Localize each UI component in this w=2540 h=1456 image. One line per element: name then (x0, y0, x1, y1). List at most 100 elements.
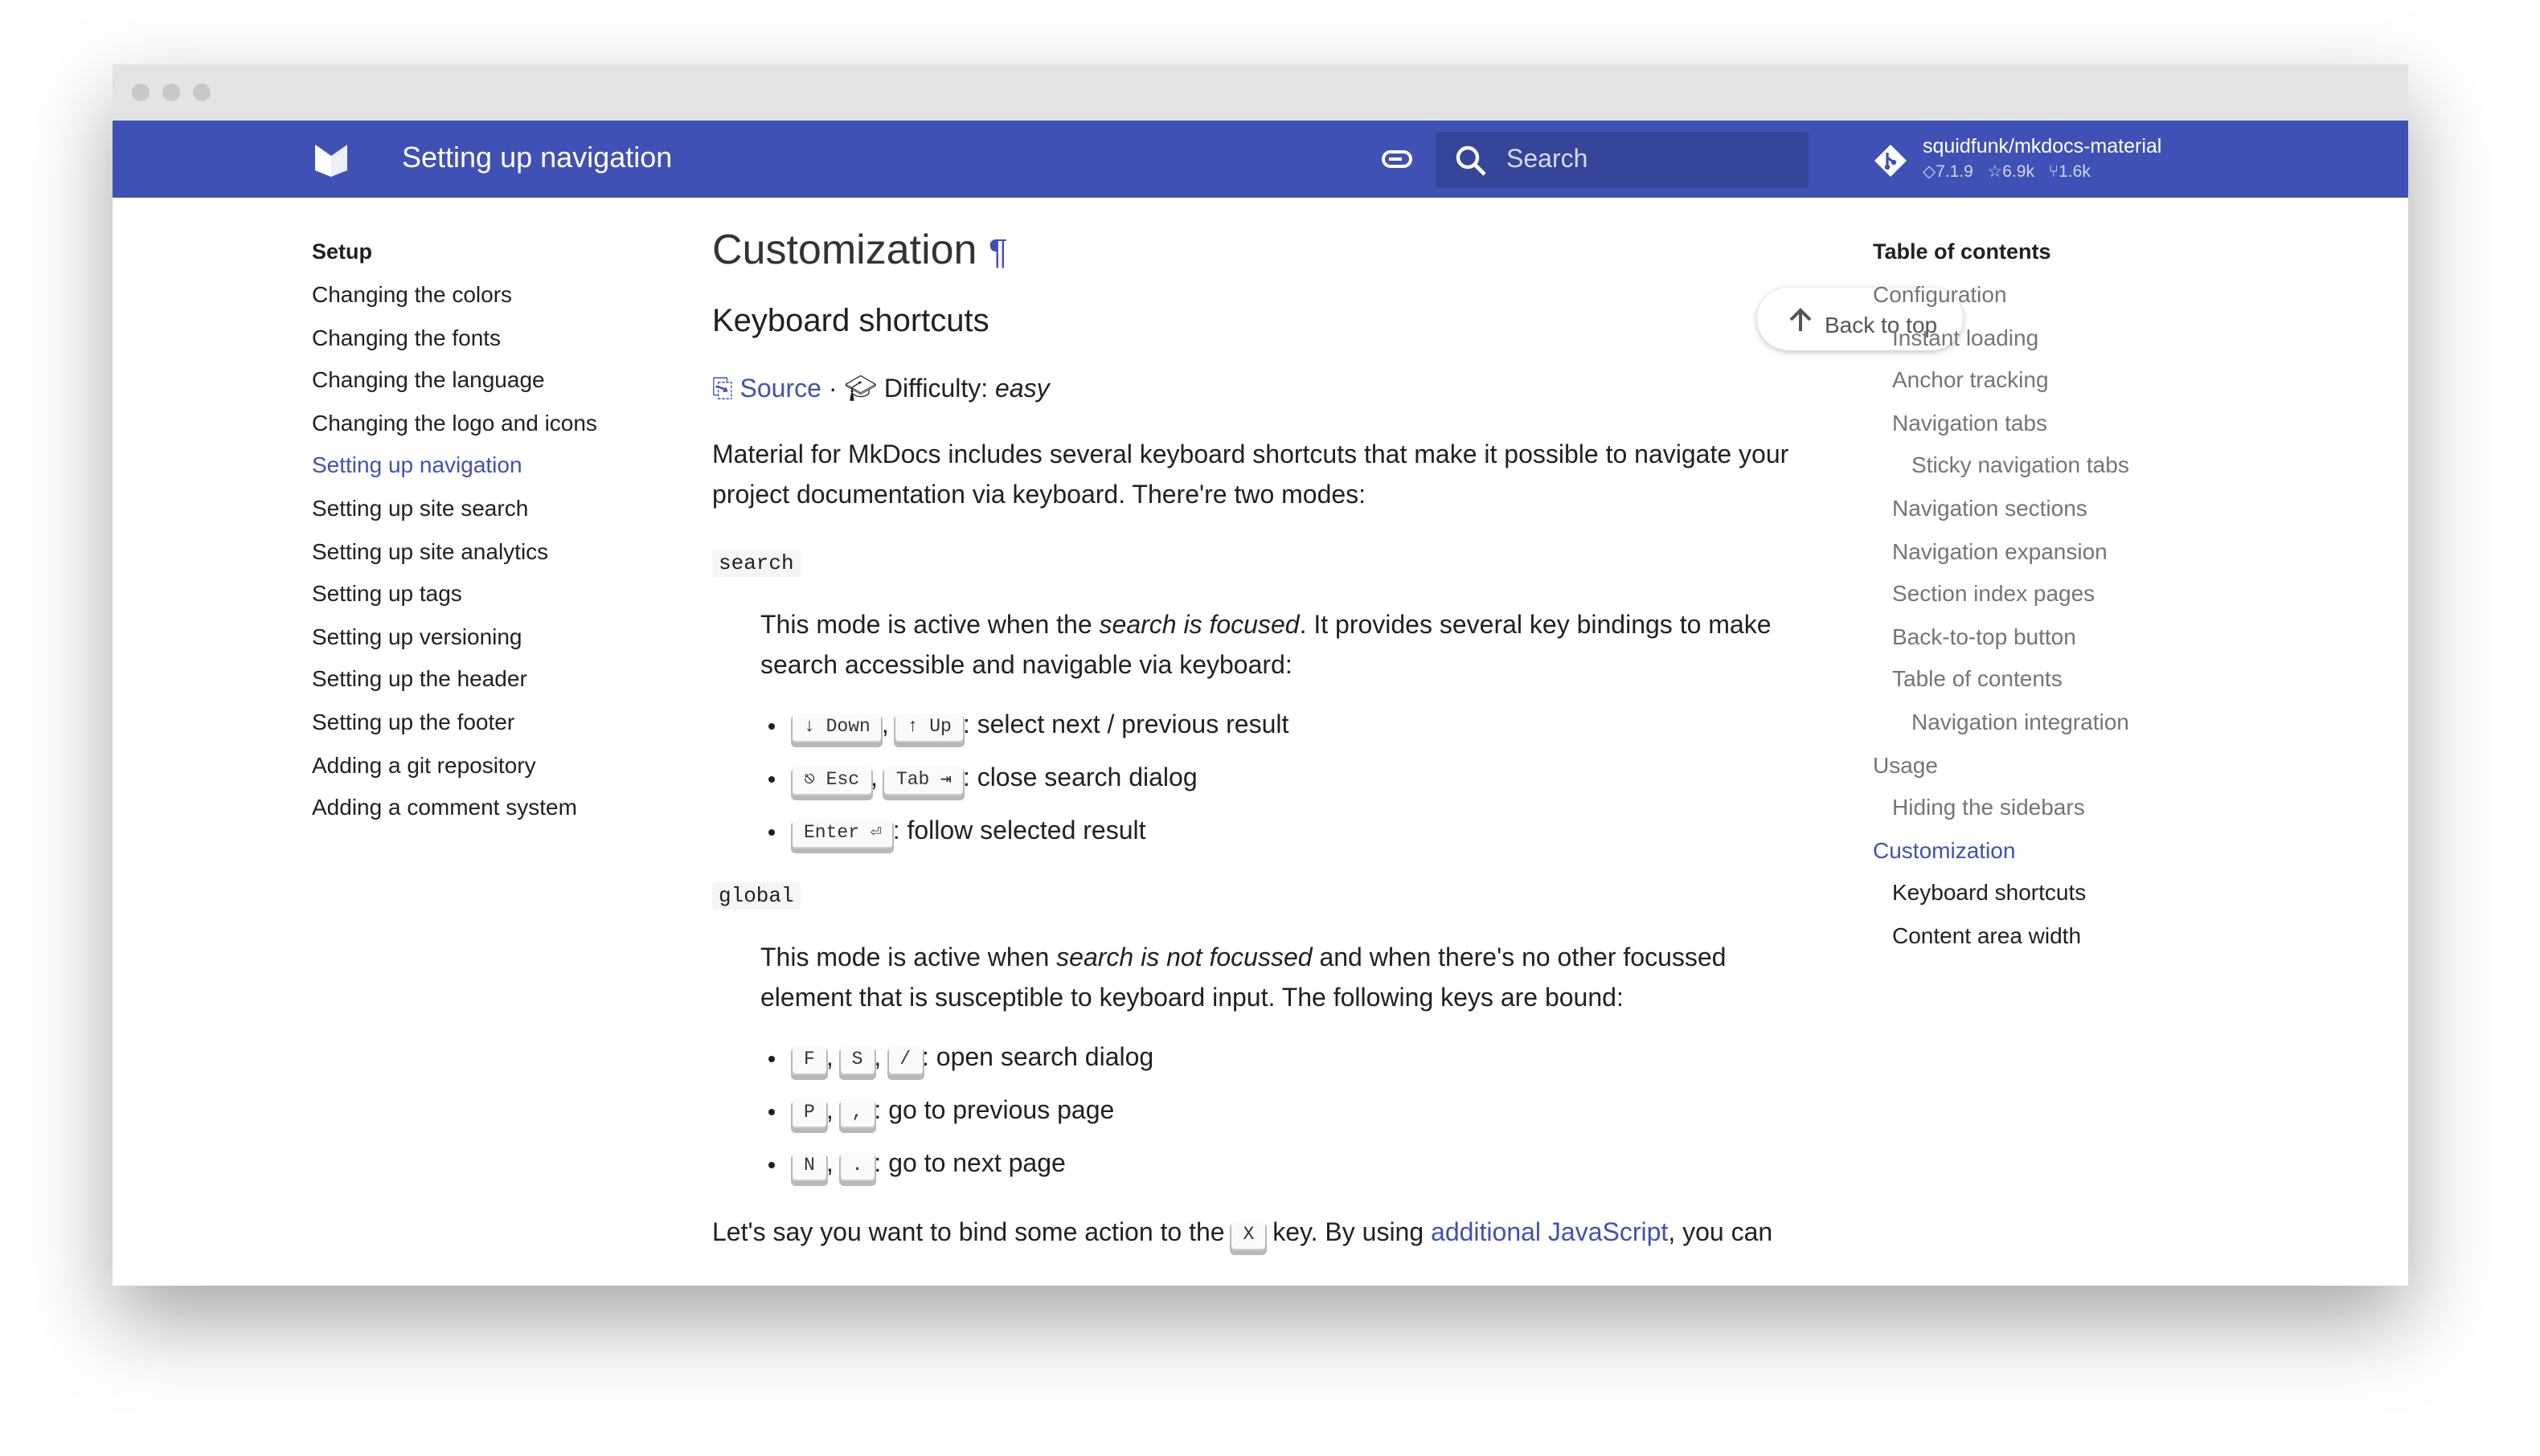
repo-link[interactable]: squidfunk/mkdocs-material ◇7.1.9 ☆6.9k ⑂… (1873, 133, 2259, 188)
nav-item[interactable]: Setting up site analytics (312, 530, 666, 572)
nav-item[interactable]: Setting up the header (312, 658, 666, 701)
key: ⎋ Esc (793, 767, 871, 795)
toc-item[interactable]: Customization (1873, 828, 2227, 871)
toc-item[interactable]: Keyboard shortcuts (1873, 872, 2227, 914)
key: . (840, 1152, 875, 1181)
key: Tab ⇥ (884, 767, 963, 795)
toc-item[interactable]: Navigation integration (1873, 701, 2227, 743)
key-binding: ⎋ Esc, Tab ⇥: close search dialog (793, 759, 1797, 799)
site-header: Setting up navigation Search squidfunk/m… (113, 121, 2408, 198)
nav-item[interactable]: Setting up tags (312, 572, 666, 615)
additional-javascript-link[interactable]: additional JavaScript (1431, 1220, 1668, 1247)
key-binding: ↓ Down, ↑ Up: select next / previous res… (793, 706, 1797, 746)
toc-item[interactable]: Navigation expansion (1873, 530, 2227, 572)
key-list: F, S, /: open search dialog P, ,: go to p… (793, 1038, 1797, 1184)
nav-item[interactable]: Adding a git repository (312, 743, 666, 786)
desc-emphasis: search is not focussed (1056, 945, 1313, 972)
palette-toggle-icon[interactable] (1381, 146, 1413, 172)
outro-text: Let's say you want to bind some action t… (712, 1220, 1232, 1247)
nav-item[interactable]: Changing the fonts (312, 316, 666, 358)
desc-emphasis: search is focused (1099, 612, 1300, 640)
outro-text: key. By using (1265, 1220, 1432, 1247)
mode-term: global (712, 882, 801, 910)
tag-icon: ◇ (1923, 162, 1936, 182)
nav-item[interactable]: Setting up site search (312, 487, 666, 530)
section-heading: Keyboard shortcuts (712, 304, 989, 339)
nav-item[interactable]: Setting up versioning (312, 616, 666, 658)
meta-line: ⎘ Source · 🎓︎ Difficulty: easy (712, 376, 1050, 403)
toc-item[interactable]: Usage (1873, 743, 2227, 786)
key-binding: Enter ⏎: follow selected result (793, 812, 1797, 852)
toc-item[interactable]: Sticky navigation tabs (1873, 444, 2227, 487)
toc-item[interactable]: Configuration (1873, 273, 2227, 316)
key-list: ↓ Down, ↑ Up: select next / previous res… (793, 706, 1797, 852)
key: ↓ Down (793, 714, 882, 742)
mode-description: This mode is active when the search is f… (760, 606, 1797, 686)
primary-sidebar: Setup Changing the colors Changing the fo… (312, 231, 666, 828)
key: Enter ⏎ (793, 820, 893, 849)
nav-item[interactable]: Adding a comment system (312, 786, 666, 828)
page-title-text: Customization (712, 225, 977, 273)
toc-item[interactable]: Section index pages (1873, 572, 2227, 615)
toc-item[interactable]: Navigation sections (1873, 487, 2227, 530)
key-description: : go to previous page (874, 1098, 1115, 1125)
logo-icon[interactable] (312, 141, 350, 177)
key-description: : open search dialog (922, 1045, 1154, 1072)
arrow-up-icon (1789, 308, 1812, 331)
header-title: Setting up navigation (402, 141, 673, 174)
search-mode: search This mode is active when the sear… (712, 542, 1797, 852)
mode-description: This mode is active when search is not f… (760, 939, 1797, 1019)
nav-item[interactable]: Setting up navigation (312, 444, 666, 487)
key: P (793, 1099, 826, 1128)
key: , (840, 1099, 875, 1128)
difficulty-value: easy (995, 376, 1050, 403)
fork-icon: ⑂ (2048, 162, 2059, 182)
search-input[interactable]: Search (1436, 132, 1809, 188)
key-description: : select next / previous result (962, 712, 1289, 739)
toc-item[interactable]: Back-to-top button (1873, 616, 2227, 658)
toc-item[interactable]: Navigation tabs (1873, 402, 2227, 444)
window-titlebar (113, 64, 2408, 121)
desc-text: This mode is active when the (760, 612, 1100, 640)
maximize-window-button[interactable] (193, 84, 211, 101)
repo-forks: 1.6k (2059, 162, 2091, 182)
page-title: Customization ¶ (712, 217, 1797, 284)
repo-facts: ◇7.1.9 ☆6.9k ⑂1.6k (1923, 162, 2091, 182)
toc-item[interactable]: Instant loading (1873, 316, 2227, 358)
intro-paragraph: Material for MkDocs includes several key… (712, 442, 1789, 509)
toc-heading: Table of contents (1873, 239, 2051, 264)
nav-item[interactable]: Changing the colors (312, 273, 666, 316)
browser-window: Setting up navigation Search squidfunk/m… (113, 64, 2408, 1286)
nav-item[interactable]: Changing the language (312, 358, 666, 401)
toc-item[interactable]: Anchor tracking (1873, 358, 2227, 401)
main-content: Customization ¶ Back to top Keyboard sho… (712, 217, 1963, 1254)
outro-text: , you can (1668, 1220, 1773, 1247)
close-window-button[interactable] (132, 84, 150, 101)
repo-version: 7.1.9 (1936, 162, 1973, 182)
source-label: Source (739, 376, 821, 403)
key-description: : close search dialog (962, 765, 1198, 792)
nav-heading: Setup (312, 239, 373, 264)
global-mode: global This mode is active when search i… (712, 874, 1797, 1184)
nav-item[interactable]: Setting up the footer (312, 701, 666, 743)
star-icon: ☆ (1987, 162, 2003, 182)
table-of-contents: Table of contents Configuration Instant l… (1873, 231, 2227, 957)
toc-item[interactable]: Table of contents (1873, 658, 2227, 701)
toc-item[interactable]: Content area width (1873, 914, 2227, 957)
key-description: : follow selected result (892, 818, 1146, 845)
nav-item[interactable]: Changing the logo and icons (312, 402, 666, 444)
search-placeholder: Search (1506, 146, 1588, 174)
key-binding: F, S, /: open search dialog (793, 1038, 1797, 1078)
outro-paragraph: Let's say you want to bind some action t… (712, 1213, 1797, 1254)
key: F (793, 1046, 826, 1075)
key-binding: N, .: go to next page (793, 1144, 1797, 1184)
source-icon: ⎘ (712, 376, 733, 403)
git-icon (1874, 145, 1907, 177)
mode-term: search (712, 550, 801, 577)
repo-name: squidfunk/mkdocs-material (1923, 135, 2162, 157)
toc-item[interactable]: Hiding the sidebars (1873, 786, 2227, 828)
source-link[interactable]: ⎘ Source (712, 376, 821, 403)
key: X (1231, 1221, 1266, 1250)
minimize-window-button[interactable] (162, 84, 180, 101)
permalink-icon[interactable]: ¶ (989, 231, 1008, 272)
